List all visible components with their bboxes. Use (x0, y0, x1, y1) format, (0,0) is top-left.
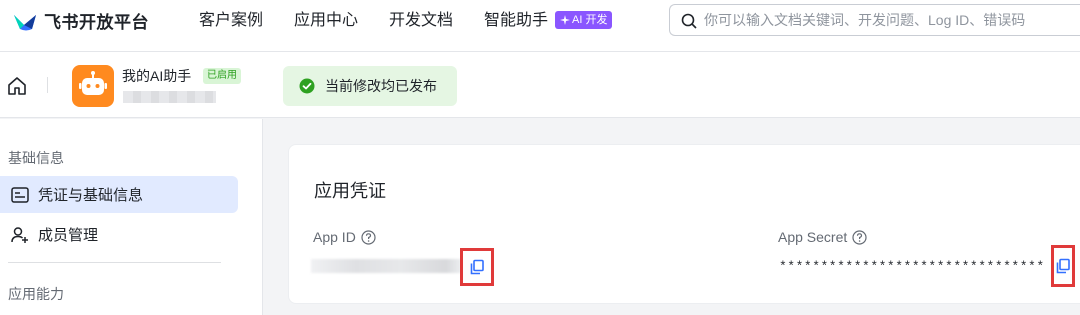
publish-status-text: 当前修改均已发布 (325, 78, 437, 94)
nav-customer-cases[interactable]: 客户案例 (199, 10, 263, 32)
ai-badge-label: AI 开发 (572, 14, 608, 26)
app-id-value-redacted (311, 259, 461, 273)
sidebar-divider (8, 262, 221, 263)
brand-name: 飞书开放平台 (44, 13, 149, 32)
copy-icon (470, 259, 484, 275)
ai-dev-badge[interactable]: AI 开发 (555, 11, 613, 29)
member-icon (10, 225, 30, 245)
app-id-label-text: App ID (313, 229, 356, 245)
card-title: 应用凭证 (314, 181, 386, 201)
app-secret-label-text: App Secret (778, 229, 848, 245)
sidebar-item-members[interactable]: 成员管理 (0, 216, 238, 253)
publish-status-banner: 当前修改均已发布 (283, 66, 457, 106)
credentials-card: 应用凭证 App ID App Secret *****************… (288, 144, 1080, 304)
sidebar-group-basic-info: 基础信息 (8, 150, 64, 166)
app-id-label: App ID (313, 229, 376, 245)
header-divider (47, 77, 48, 93)
app-name: 我的AI助手 (122, 68, 192, 84)
app-secret-value: ******************************** (779, 259, 1045, 274)
top-navigation: 飞书开放平台 客户案例 应用中心 开发文档 智能助手 AI 开发 (0, 0, 1080, 52)
app-subtitle-redacted (123, 91, 216, 103)
sidebar-item-credentials[interactable]: 凭证与基础信息 (0, 176, 238, 213)
sidebar: 基础信息 凭证与基础信息 成员管理 应用能力 (0, 119, 263, 315)
nav-app-center[interactable]: 应用中心 (294, 10, 358, 32)
sidebar-item-label: 成员管理 (38, 227, 99, 244)
robot-icon (79, 71, 107, 95)
sidebar-item-label: 凭证与基础信息 (38, 187, 144, 204)
app-header: 我的AI助手 已启用 当前修改均已发布 (0, 52, 1080, 118)
status-badge: 已启用 (203, 68, 241, 84)
home-icon[interactable] (7, 76, 27, 96)
sidebar-group-capabilities: 应用能力 (8, 286, 64, 302)
search-input[interactable] (704, 5, 1074, 35)
copy-icon (1056, 258, 1070, 274)
brand-logo[interactable]: 飞书开放平台 (12, 8, 149, 33)
app-secret-label: App Secret (778, 229, 867, 245)
success-check-icon (299, 78, 315, 94)
credential-icon (10, 185, 30, 205)
nav-smart-assistant[interactable]: 智能助手 (484, 10, 548, 32)
feishu-logo-icon (14, 14, 36, 30)
help-icon[interactable] (361, 229, 376, 245)
help-icon[interactable] (852, 229, 867, 245)
copy-app-secret-button[interactable] (1051, 245, 1075, 287)
sparkle-icon (560, 15, 570, 25)
nav-dev-docs[interactable]: 开发文档 (389, 10, 453, 32)
search-box[interactable] (669, 4, 1080, 36)
app-avatar (72, 65, 114, 107)
copy-app-id-button[interactable] (460, 248, 494, 286)
search-icon (681, 13, 697, 29)
